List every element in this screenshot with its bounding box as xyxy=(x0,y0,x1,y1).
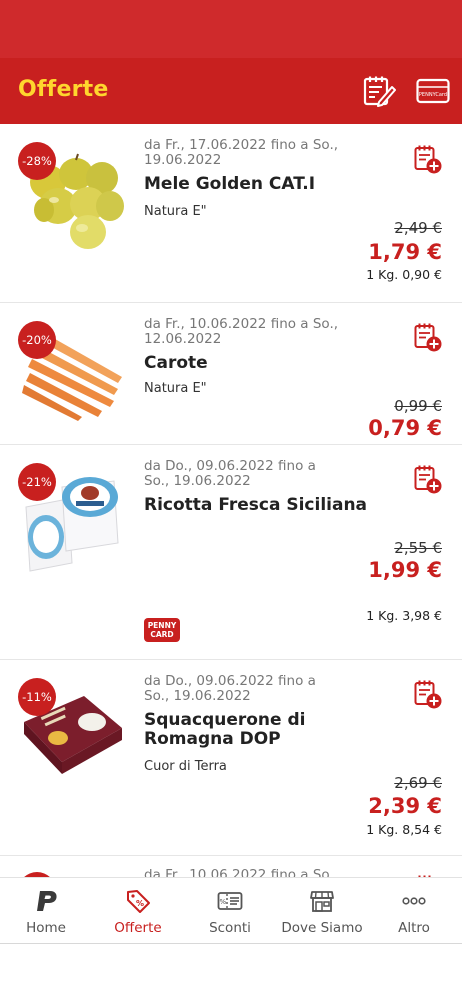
more-dots-icon xyxy=(402,897,426,905)
nav-label: Dove Siamo xyxy=(281,920,363,936)
product-brand: Cuor di Terra xyxy=(144,759,227,774)
nav-sconti[interactable]: % Sconti xyxy=(184,878,276,945)
nav-label: Offerte xyxy=(114,920,162,936)
app-header: Offerte PENNYCard xyxy=(0,58,462,124)
offer-price: 1,99 € xyxy=(368,558,442,582)
product-brand: Natura E" xyxy=(144,204,207,219)
offers-list[interactable]: -28% da Fr., 17.06.2022 fino a So., 19.0… xyxy=(0,124,462,877)
coupon-icon: % xyxy=(217,892,243,910)
discount-badge: -20% xyxy=(18,321,56,359)
penny-logo-icon xyxy=(37,891,57,911)
discount-badge: -21% xyxy=(18,463,56,501)
offer-card[interactable]: -11% da Do., 09.06.2022 fino a So., 19.0… xyxy=(0,660,462,856)
discount-badge: -28% xyxy=(18,142,56,180)
old-price: 0,99 € xyxy=(394,397,442,415)
offer-price: 2,39 € xyxy=(368,794,442,818)
product-name: Ricotta Fresca Siciliana xyxy=(144,495,368,515)
old-price: 2,49 € xyxy=(394,219,442,237)
add-to-list-icon[interactable] xyxy=(414,679,442,709)
discount-badge: -11% xyxy=(18,678,56,716)
penny-card-icon[interactable]: PENNYCard xyxy=(416,75,450,107)
add-to-list-icon[interactable] xyxy=(414,464,442,494)
shopping-list-edit-icon[interactable] xyxy=(362,75,396,107)
offer-card[interactable]: -28% da Fr., 17.06.2022 fino a So., 19.0… xyxy=(0,124,462,303)
store-icon xyxy=(310,891,334,912)
unit-price: 1 Kg. 3,98 € xyxy=(366,608,442,623)
old-price: 2,69 € xyxy=(394,774,442,792)
add-to-list-icon[interactable] xyxy=(414,144,442,174)
offer-card[interactable]: -21% da Do., 09.06.2022 fino a So., 19.0… xyxy=(0,445,462,660)
old-price: 2,55 € xyxy=(394,539,442,557)
unit-price: 1 Kg. 0,90 € xyxy=(366,267,442,282)
nav-label: Home xyxy=(26,920,66,936)
offer-card[interactable]: da Fr., 10.06.2022 fino a So. xyxy=(0,856,462,877)
nav-label: Sconti xyxy=(209,920,251,936)
product-brand: Natura E" xyxy=(144,381,207,396)
offer-dates: da Fr., 10.06.2022 fino a So., 12.06.202… xyxy=(144,316,339,347)
product-name: Carote xyxy=(144,353,208,373)
nav-dove-siamo[interactable]: Dove Siamo xyxy=(276,878,368,945)
price-tag-percent-icon: % xyxy=(127,890,150,913)
svg-text:%: % xyxy=(219,898,226,906)
offer-card[interactable]: -20% da Fr., 10.06.2022 fino a So., 12.0… xyxy=(0,303,462,445)
offer-price: 0,79 € xyxy=(368,416,442,440)
offer-dates: da Fr., 10.06.2022 fino a So. xyxy=(144,867,334,878)
nav-offerte[interactable]: % Offerte xyxy=(92,878,184,945)
nav-label: Altro xyxy=(398,920,430,936)
offer-price: 1,79 € xyxy=(368,240,442,264)
penny-card-badge: PENNY CARD xyxy=(144,618,180,642)
offer-dates: da Fr., 17.06.2022 fino a So., 19.06.202… xyxy=(144,137,339,168)
product-name: Mele Golden CAT.I xyxy=(144,174,316,194)
nav-home[interactable]: Home xyxy=(0,878,92,945)
offer-dates: da Do., 09.06.2022 fino a So., 19.06.202… xyxy=(144,458,316,489)
svg-text:%: % xyxy=(136,899,144,908)
bottom-navigation: Home % Offerte % Sconti Dove Siamo Altro xyxy=(0,877,462,944)
offer-dates: da Do., 09.06.2022 fino a So., 19.06.202… xyxy=(144,673,316,704)
page-title: Offerte xyxy=(18,77,109,102)
card-icon-text: PENNYCard xyxy=(419,92,447,98)
add-to-list-icon[interactable] xyxy=(414,322,442,352)
nav-altro[interactable]: Altro xyxy=(368,878,460,945)
unit-price: 1 Kg. 8,54 € xyxy=(366,822,442,837)
product-name: Squacquerone di Romagna DOP xyxy=(144,710,306,749)
status-bar xyxy=(0,0,462,58)
